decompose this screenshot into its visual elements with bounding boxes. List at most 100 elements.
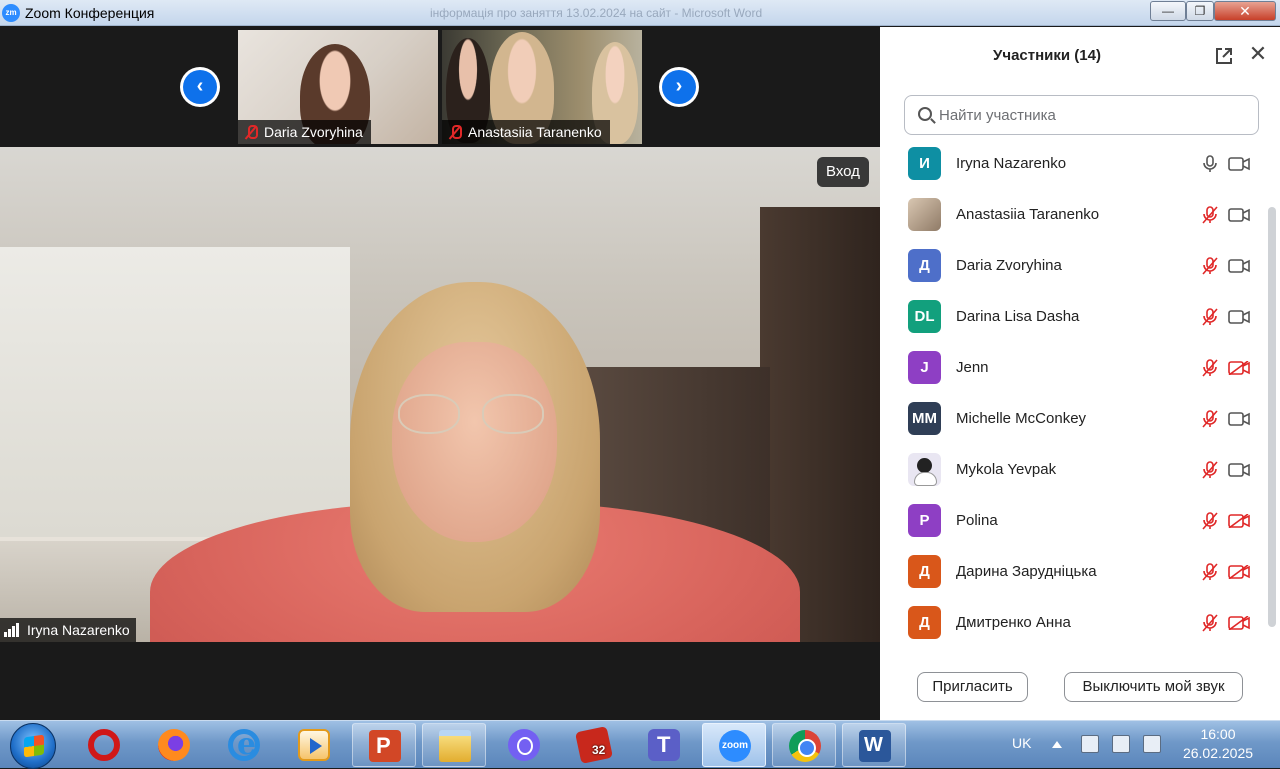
taskbar-chrome-button[interactable] bbox=[772, 723, 836, 767]
taskbar-media-player-button[interactable] bbox=[282, 723, 346, 767]
video-camera-icon[interactable] bbox=[1228, 463, 1250, 477]
thumbnail-name: Anastasiia Taranenko bbox=[468, 124, 602, 140]
microphone-muted-icon[interactable] bbox=[1202, 461, 1218, 479]
microphone-muted-icon[interactable] bbox=[1202, 257, 1218, 275]
zoom-icon: zoom bbox=[719, 730, 751, 762]
video-thumbnail[interactable]: Anastasiia Taranenko bbox=[442, 30, 642, 144]
participant-row[interactable]: Д Дмитренко Анна bbox=[880, 606, 1270, 649]
chrome-icon bbox=[789, 730, 821, 762]
show-hidden-icons-icon[interactable] bbox=[1052, 741, 1062, 748]
participants-title: Участники (14) bbox=[993, 47, 1101, 64]
participant-row[interactable]: Anastasiia Taranenko bbox=[880, 198, 1270, 249]
taskbar-file-explorer-button[interactable] bbox=[422, 723, 486, 767]
participant-row[interactable]: И Iryna Nazarenko bbox=[880, 147, 1270, 198]
speaker-glasses bbox=[398, 394, 548, 436]
action-center-icon[interactable] bbox=[1081, 735, 1099, 753]
taskbar-word-button[interactable] bbox=[842, 723, 906, 767]
mute-me-button[interactable]: Выключить мой звук bbox=[1064, 672, 1243, 702]
participant-row[interactable]: Д Daria Zvoryhina bbox=[880, 249, 1270, 300]
mic-muted-icon bbox=[244, 125, 258, 139]
maximize-button[interactable]: ❐ bbox=[1186, 1, 1214, 21]
video-camera-icon[interactable] bbox=[1228, 310, 1250, 324]
signal-strength-icon bbox=[4, 623, 22, 637]
taskbar-internet-explorer-button[interactable] bbox=[212, 723, 276, 767]
participant-row[interactable]: P Polina bbox=[880, 504, 1270, 555]
participant-name: Daria Zvoryhina bbox=[956, 257, 1062, 274]
taskbar-viber-button[interactable] bbox=[492, 723, 556, 767]
active-speaker-video[interactable]: Iryna Nazarenko bbox=[0, 147, 880, 642]
participant-search-input[interactable] bbox=[939, 104, 1239, 126]
microphone-muted-icon[interactable] bbox=[1202, 410, 1218, 428]
internet-explorer-icon bbox=[228, 727, 260, 762]
participant-avatar: J bbox=[908, 351, 941, 384]
taskbar-powerpoint-button[interactable] bbox=[352, 723, 416, 767]
windows-taskbar: UK 16:00 26.02.2025 32 zoom bbox=[0, 720, 1280, 769]
invite-button[interactable]: Пригласить bbox=[917, 672, 1028, 702]
speaker-name-label: Iryna Nazarenko bbox=[0, 618, 136, 642]
gallery-next-button[interactable]: › bbox=[659, 67, 699, 107]
microphone-muted-icon[interactable] bbox=[1202, 614, 1218, 632]
chevron-left-icon: ‹ bbox=[183, 70, 217, 104]
participant-row[interactable]: Mykola Yevpak bbox=[880, 453, 1270, 504]
participant-search-box[interactable] bbox=[904, 95, 1259, 135]
media-player-icon bbox=[298, 729, 330, 761]
participant-name: Jenn bbox=[956, 359, 989, 376]
video-camera-off-icon[interactable] bbox=[1228, 564, 1250, 580]
close-panel-icon[interactable]: ✕ bbox=[1248, 43, 1268, 65]
word-icon bbox=[859, 730, 891, 762]
participant-row[interactable]: J Jenn bbox=[880, 351, 1270, 402]
participant-list: И Iryna Nazarenko Anastasiia Taranenko Д Dar… bbox=[880, 139, 1270, 649]
enter-tooltip[interactable]: Вход bbox=[817, 157, 869, 187]
volume-muted-icon[interactable] bbox=[1143, 735, 1161, 753]
microphone-muted-icon[interactable] bbox=[1202, 206, 1218, 224]
zoom-logo-icon: zm bbox=[2, 4, 20, 22]
participant-avatar: И bbox=[908, 147, 941, 180]
participant-avatar: Д bbox=[908, 249, 941, 282]
video-camera-off-icon[interactable] bbox=[1228, 513, 1250, 529]
start-button[interactable] bbox=[10, 723, 56, 769]
video-camera-icon[interactable] bbox=[1228, 412, 1250, 426]
participant-list-scrollbar[interactable] bbox=[1268, 207, 1276, 627]
microphone-muted-icon[interactable] bbox=[1202, 512, 1218, 530]
speaker-name: Iryna Nazarenko bbox=[27, 622, 130, 638]
video-camera-icon[interactable] bbox=[1228, 259, 1250, 273]
microphone-muted-icon[interactable] bbox=[1202, 308, 1218, 326]
search-icon bbox=[918, 107, 932, 121]
gallery-prev-button[interactable]: ‹ bbox=[180, 67, 220, 107]
microphone-muted-icon[interactable] bbox=[1202, 563, 1218, 581]
taskbar-puzzle-game-button[interactable]: 32 bbox=[562, 723, 626, 767]
window-titlebar: zm Zoom Конференция інформація про занят… bbox=[0, 0, 1280, 26]
viber-icon bbox=[508, 729, 540, 761]
taskbar-opera-button[interactable] bbox=[72, 723, 136, 767]
close-window-button[interactable]: ✕ bbox=[1214, 1, 1276, 21]
taskbar-teams-button[interactable] bbox=[632, 723, 696, 767]
video-camera-off-icon[interactable] bbox=[1228, 615, 1250, 631]
participant-name: Anastasiia Taranenko bbox=[956, 206, 1100, 223]
app-badge: 32 bbox=[592, 743, 606, 757]
video-camera-icon[interactable] bbox=[1228, 208, 1250, 222]
window-title: Zoom Конференция bbox=[25, 5, 155, 21]
participant-row[interactable]: Д Дарина Зарудніцька bbox=[880, 555, 1270, 606]
microphone-muted-icon[interactable] bbox=[1202, 359, 1218, 377]
participant-name: Дарина Зарудніцька bbox=[956, 563, 1097, 580]
powerpoint-icon bbox=[369, 730, 401, 762]
clock-time: 16:00 bbox=[1200, 726, 1236, 742]
participant-avatar: DL bbox=[908, 300, 941, 333]
participant-name: Darina Lisa Dasha bbox=[956, 308, 1080, 325]
video-thumbnail[interactable]: Daria Zvoryhina bbox=[238, 30, 438, 144]
minimize-button[interactable]: — bbox=[1150, 1, 1186, 21]
video-camera-off-icon[interactable] bbox=[1228, 360, 1250, 376]
taskbar-firefox-button[interactable] bbox=[142, 723, 206, 767]
taskbar-zoom-button[interactable]: zoom bbox=[702, 723, 766, 767]
file-explorer-icon bbox=[439, 730, 471, 762]
video-background-wall bbox=[0, 247, 350, 537]
language-indicator[interactable]: UK bbox=[1012, 735, 1031, 751]
network-icon[interactable] bbox=[1112, 735, 1130, 753]
system-clock[interactable]: 16:00 26.02.2025 bbox=[1170, 725, 1266, 763]
background-window-title: інформація про заняття 13.02.2024 на сай… bbox=[430, 6, 763, 20]
popout-icon[interactable] bbox=[1215, 47, 1233, 65]
video-camera-icon[interactable] bbox=[1228, 157, 1250, 171]
microphone-icon[interactable] bbox=[1202, 155, 1218, 173]
participant-row[interactable]: DL Darina Lisa Dasha bbox=[880, 300, 1270, 351]
participant-row[interactable]: MM Michelle McConkey bbox=[880, 402, 1270, 453]
